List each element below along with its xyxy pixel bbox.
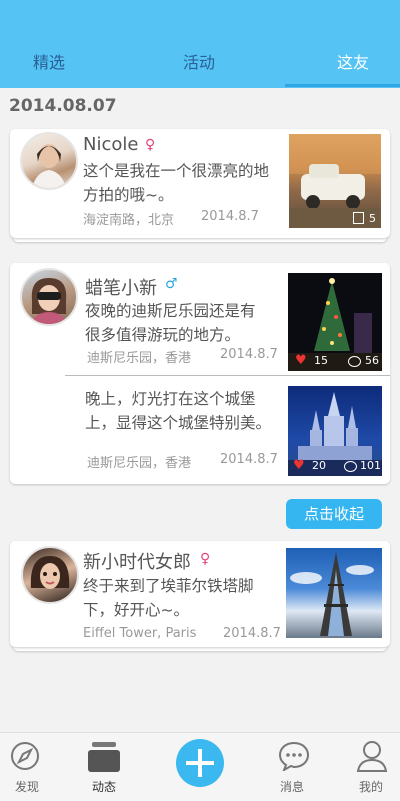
- post-photo[interactable]: ♥ 15 56: [288, 273, 382, 371]
- comment-icon: [348, 356, 361, 367]
- post-text-line: 这个是我在一个很漂亮的地: [83, 162, 270, 180]
- post-photo[interactable]: ♥ 20 101: [288, 386, 382, 476]
- collapse-button[interactable]: 点击收起: [286, 499, 382, 529]
- tab-featured[interactable]: 精选: [33, 49, 65, 73]
- top-bar: 精选 活动 这友: [0, 0, 400, 88]
- avatar[interactable]: [20, 132, 78, 190]
- post-location: 海淀南路，北京: [83, 213, 175, 228]
- heart-icon: ♥: [295, 353, 307, 368]
- post-date: 2014.8.7: [201, 209, 259, 224]
- post-author-name[interactable]: 新小时代女郎: [83, 548, 191, 574]
- avatar[interactable]: [21, 546, 79, 604]
- post-date: 2014.8.7: [223, 626, 281, 641]
- add-icon[interactable]: [176, 739, 224, 787]
- card-stack-shadow: [13, 236, 387, 242]
- male-icon: ♂: [165, 276, 178, 292]
- post-photo[interactable]: 5: [289, 134, 381, 228]
- post-location: 迪斯尼乐园，香港: [87, 351, 192, 366]
- profile-icon[interactable]: [356, 740, 388, 772]
- female-icon: ♀: [200, 551, 211, 567]
- bottom-navigation: [0, 732, 400, 801]
- photo-count: 5: [369, 212, 376, 225]
- comment-icon: [344, 461, 357, 472]
- post-location: 迪斯尼乐园，香港: [87, 456, 192, 471]
- post-card-crayon[interactable]: 蜡笔小新 ♂ 夜晚的迪斯尼乐园还是有 很多值得游玩的地方。 迪斯尼乐园，香港 2…: [10, 263, 390, 484]
- date-header: 2014.08.07: [9, 96, 117, 116]
- post-date: 2014.8.7: [220, 347, 278, 362]
- entry-divider: [65, 375, 390, 376]
- nav-label-discover[interactable]: 发现: [15, 778, 39, 795]
- post-text: 夜晚的迪斯尼乐园还是有 很多值得游玩的地方。: [85, 299, 256, 347]
- compass-icon[interactable]: [10, 741, 40, 771]
- post-text-line: 很多值得游玩的地方。: [85, 326, 241, 344]
- post-text: 这个是我在一个很漂亮的地 方拍的哦~。: [83, 159, 269, 207]
- post-photo[interactable]: [286, 548, 382, 638]
- female-icon: ♀: [145, 137, 156, 153]
- post-text-line: 方拍的哦~。: [83, 186, 174, 204]
- post-text-line: 上，显得这个城堡特别美。: [85, 414, 272, 432]
- like-count: 20: [312, 459, 326, 472]
- nav-label-me[interactable]: 我的: [359, 778, 383, 795]
- post-card-girl[interactable]: 新小时代女郎 ♀ 终于来到了埃菲尔铁塔脚 下，好开心~。 Eiffel Towe…: [10, 541, 390, 651]
- card-stack-shadow: [13, 645, 387, 651]
- comment-count: 101: [360, 459, 381, 472]
- nav-label-messages[interactable]: 消息: [280, 778, 304, 795]
- post-card-nicole[interactable]: Nicole ♀ 这个是我在一个很漂亮的地 方拍的哦~。 海淀南路，北京 201…: [10, 129, 390, 242]
- post-author-name[interactable]: 蜡笔小新: [85, 274, 157, 300]
- post-text-line: 晚上，灯光打在这个城堡: [85, 390, 256, 408]
- message-icon[interactable]: [278, 741, 310, 773]
- post-text: 终于来到了埃菲尔铁塔脚 下，好开心~。: [83, 574, 254, 622]
- post-author-name[interactable]: Nicole: [83, 134, 138, 155]
- post-date: 2014.8.7: [220, 452, 278, 467]
- avatar[interactable]: [20, 268, 78, 326]
- photo-stack-icon: [353, 212, 364, 224]
- heart-icon: ♥: [293, 458, 305, 473]
- post-location: Eiffel Tower, Paris: [83, 626, 197, 641]
- active-tab-indicator: [285, 84, 400, 87]
- post-text-line: 夜晚的迪斯尼乐园还是有: [85, 302, 256, 320]
- like-count: 15: [314, 354, 328, 367]
- post-text-line: 终于来到了埃菲尔铁塔脚: [83, 577, 254, 595]
- tab-friends[interactable]: 这友: [337, 49, 369, 73]
- nav-label-feed[interactable]: 动态: [92, 778, 116, 795]
- tab-events[interactable]: 活动: [183, 49, 215, 73]
- feed-icon[interactable]: [88, 742, 120, 772]
- comment-count: 56: [365, 354, 379, 367]
- post-text: 晚上，灯光打在这个城堡 上，显得这个城堡特别美。: [85, 387, 271, 435]
- post-text-line: 下，好开心~。: [83, 601, 189, 619]
